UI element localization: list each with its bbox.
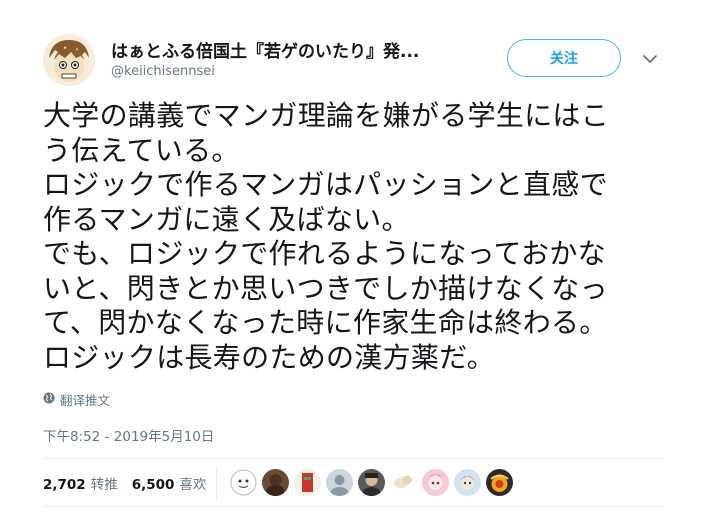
likes-count: 6,500 [131,477,175,493]
tweet-text: 大学の講義でマンガ理論を嫌がる学生にはこ う伝えている。 ロジックで作るマンガは… [43,99,683,375]
likes-stat[interactable]: 6,500 喜欢 [132,473,207,493]
author-avatar[interactable] [43,34,95,86]
liker-avatar[interactable] [326,469,353,496]
liker-avatars [230,469,518,496]
liker-avatar[interactable] [358,469,385,496]
liker-avatar[interactable] [230,469,257,496]
tweet-text-line: 作るマンガに遠く及ばない。 [43,202,410,236]
tweet-text-line: ロジックで作るマンガはパッションと直感で [43,168,608,201]
liker-avatar[interactable] [390,469,417,496]
tweet-text-line: て、閃かなくなった時に作家生命は終わる。 [43,306,608,339]
liker-avatar[interactable] [262,469,289,496]
tweet-stats: 2,702 转推 6,500 喜欢 [43,473,220,493]
divider [43,506,663,507]
tweet-text-line: いと、閃きとか思いつきでしか描けなくなっ [43,271,608,305]
liker-avatar[interactable] [486,469,513,496]
retweets-label: 转推 [90,477,118,493]
liker-avatar[interactable] [294,469,321,496]
tweet-timestamp[interactable]: 下午8:52 - 2019年5月10日 [43,425,214,445]
globe-icon [43,392,55,407]
tweet-text-line: でも、ロジックで作れるようになっておかな [43,237,606,270]
tweet-text-line: 大学の講義でマンガ理論を嫌がる学生にはこ [43,99,610,132]
liker-avatar[interactable] [454,469,481,496]
stats-separator [216,466,217,500]
author-display-name[interactable]: はぁとふる倍国土『若ゲのいたり』発... [111,37,419,62]
retweets-count: 2,702 [43,477,86,493]
author-handle[interactable]: @keiichisennsei [111,64,215,79]
retweets-stat[interactable]: 2,702 转推 [43,473,118,493]
translate-tweet-link[interactable]: 翻译推文 [43,390,110,409]
likes-label: 喜欢 [179,477,207,493]
follow-button[interactable]: 关注 [507,39,621,77]
tweet-text-line: ロジックは長寿のための漢方薬だ。 [43,340,495,374]
avatar-illustration [43,34,95,86]
divider [43,458,663,459]
tweet-text-line: う伝えている。 [43,133,240,167]
liker-avatar[interactable] [422,469,449,496]
translate-label: 翻译推文 [60,393,111,408]
chevron-down-icon[interactable] [641,51,659,65]
